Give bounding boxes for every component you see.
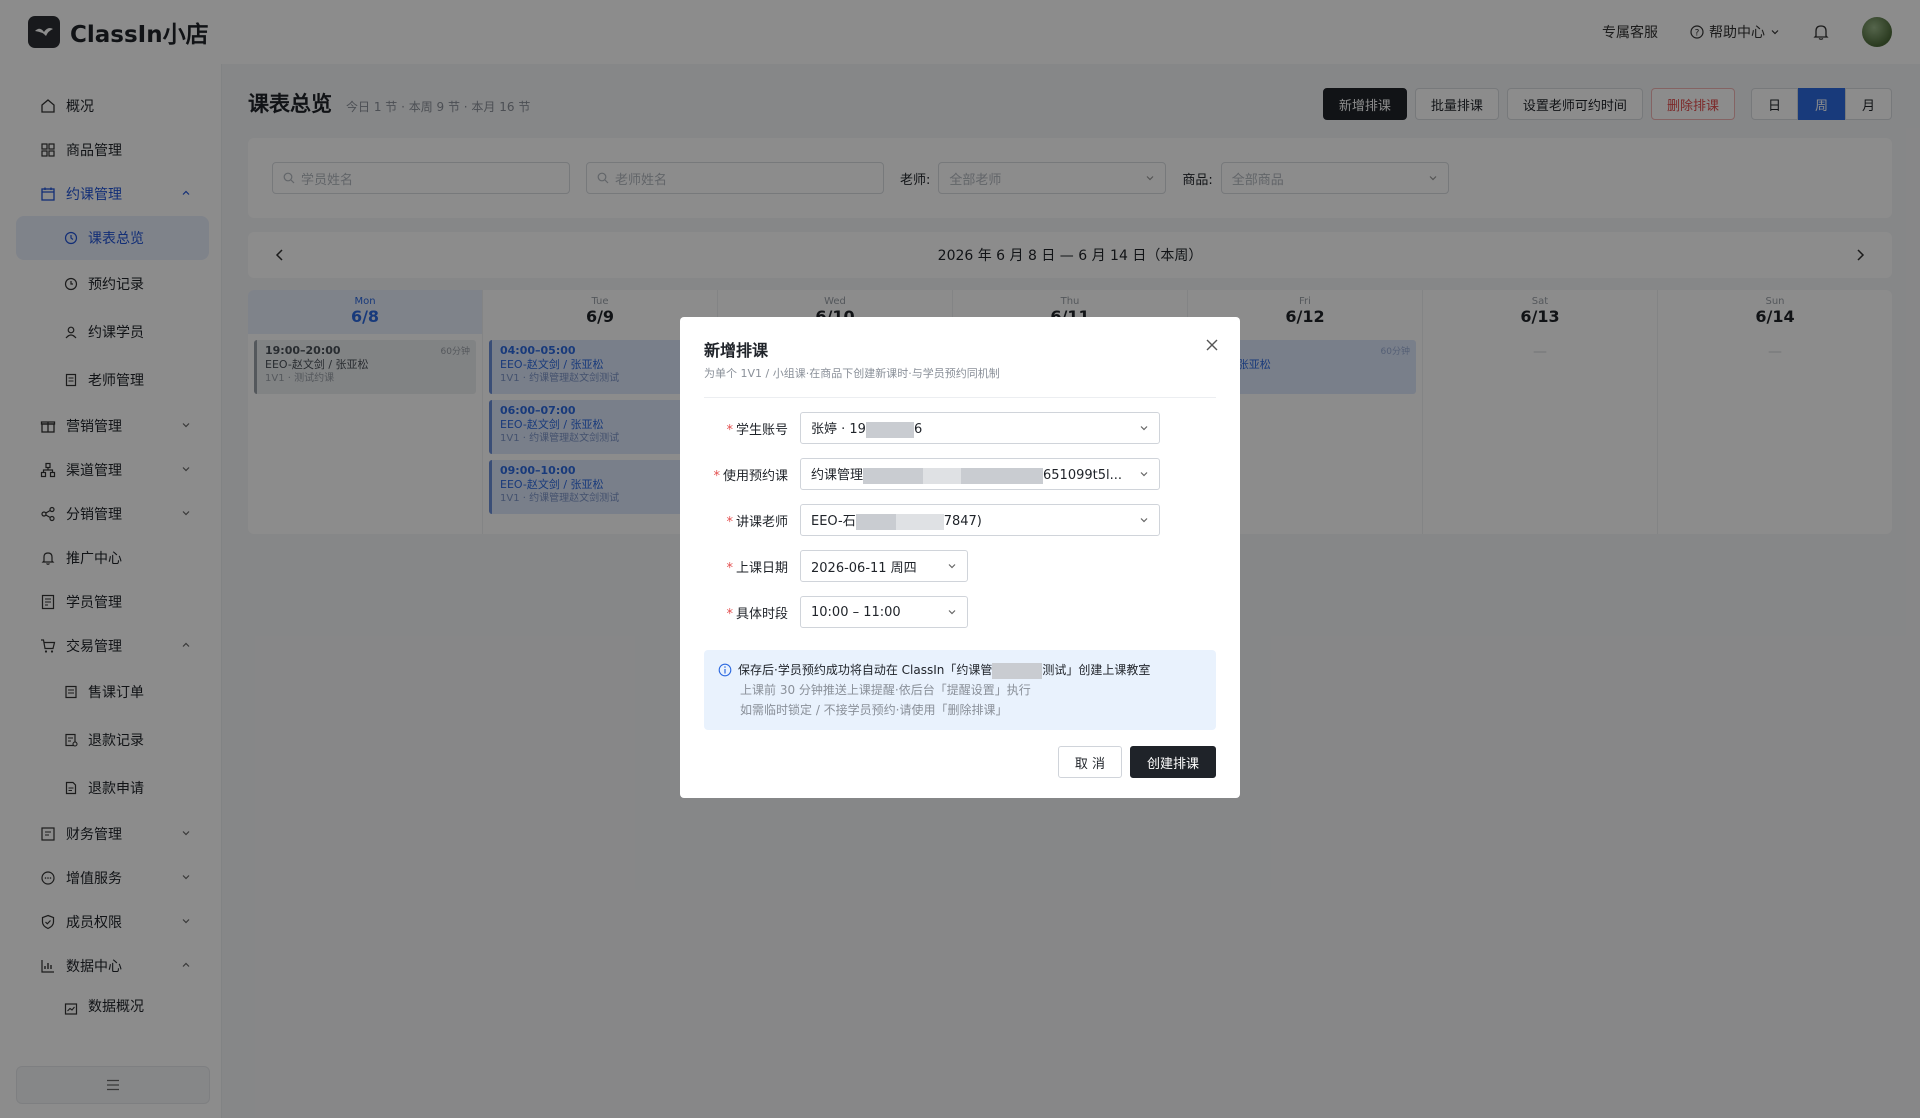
info-icon bbox=[718, 663, 732, 677]
time-slot-value: 10:00 – 11:00 bbox=[811, 604, 901, 620]
close-icon[interactable] bbox=[1204, 337, 1220, 353]
teacher-value-prefix: EEO-石 bbox=[811, 514, 856, 530]
student-account-select[interactable]: 张婷 · 19 6 bbox=[800, 412, 1160, 444]
notice-line-1: 保存后·学员预约成功将自动在 ClassIn「约课管 测试」创建上课教室 bbox=[718, 660, 1202, 680]
booking-course-label: * 使用预约课 bbox=[713, 468, 788, 484]
student-account-value: 张婷 · 19 6 bbox=[811, 418, 922, 438]
chevron-down-icon bbox=[1140, 518, 1148, 523]
redaction-mask bbox=[865, 421, 914, 438]
info-notice: 保存后·学员预约成功将自动在 ClassIn「约课管 测试」创建上课教室 上课前 … bbox=[704, 650, 1216, 730]
redaction-mask bbox=[855, 513, 896, 530]
student-account-label: * 学生账号 bbox=[726, 422, 788, 438]
time-slot-select[interactable]: 10:00 – 11:00 bbox=[800, 596, 968, 628]
chevron-down-icon bbox=[1140, 426, 1148, 431]
teacher-label: * 讲课老师 bbox=[726, 514, 788, 530]
student-account-label-text: 学生账号 bbox=[735, 422, 788, 438]
dialog-actions: 取 消 创建排课 bbox=[1057, 746, 1216, 778]
time-slot-label-text: 具体时段 bbox=[735, 606, 788, 622]
booking-course-value: 约课管理 651099t5l... bbox=[811, 464, 1122, 484]
course-value-suffix: 651099t5l... bbox=[1043, 468, 1123, 484]
notice-line-1-prefix: 保存后·学员预约成功将自动在 ClassIn「约课管 bbox=[738, 663, 993, 677]
chevron-down-icon bbox=[948, 610, 956, 615]
student-value-suffix: 6 bbox=[913, 422, 923, 438]
notice-line-3: 如需临时锁定 / 不接学员预约·请使用「删除排课」 bbox=[740, 703, 1008, 717]
teacher-label-text: 讲课老师 bbox=[735, 514, 788, 530]
redaction-mask bbox=[863, 467, 924, 484]
student-value-prefix: 张婷 · 19 bbox=[811, 422, 866, 438]
dialog-divider bbox=[704, 397, 1216, 398]
redaction-mask bbox=[992, 662, 1043, 679]
dialog-subtitle: 为单个 1V1 / 小组课·在商品下创建新课时·与学员预约同机制 bbox=[704, 367, 1000, 380]
class-date-row: * 上课日期 2026-06-11 周四 bbox=[704, 550, 1216, 582]
redaction-mask bbox=[895, 513, 944, 530]
redaction-mask bbox=[961, 467, 1044, 484]
booking-course-row: * 使用预约课 约课管理 651099t5l... bbox=[704, 458, 1216, 490]
time-slot-row: * 具体时段 10:00 – 11:00 bbox=[704, 596, 1216, 628]
notice-line-1-text: 保存后·学员预约成功将自动在 ClassIn「约课管 测试」创建上课教室 bbox=[738, 660, 1150, 680]
teacher-select[interactable]: EEO-石 7847) bbox=[800, 504, 1160, 536]
chevron-down-icon bbox=[1140, 472, 1148, 477]
teacher-row: * 讲课老师 EEO-石 7847) bbox=[704, 504, 1216, 536]
class-date-label-text: 上课日期 bbox=[735, 560, 788, 576]
class-date-value: 2026-06-11 周四 bbox=[811, 560, 917, 576]
booking-course-label-text: 使用预约课 bbox=[722, 468, 788, 484]
class-date-picker[interactable]: 2026-06-11 周四 bbox=[800, 550, 968, 582]
dialog-title: 新增排课 bbox=[704, 341, 769, 360]
create-schedule-button[interactable]: 创建排课 bbox=[1129, 746, 1216, 778]
teacher-value-suffix: 7847) bbox=[943, 514, 982, 530]
notice-line-1-suffix: 测试」创建上课教室 bbox=[1042, 663, 1151, 677]
course-value-prefix: 约课管理 bbox=[811, 468, 864, 484]
time-slot-label: * 具体时段 bbox=[726, 606, 788, 622]
teacher-value: EEO-石 7847) bbox=[811, 510, 982, 530]
booking-course-select[interactable]: 约课管理 651099t5l... bbox=[800, 458, 1160, 490]
student-account-row: * 学生账号 张婷 · 19 6 bbox=[704, 412, 1216, 444]
chevron-down-icon bbox=[948, 564, 956, 569]
notice-line-2: 上课前 30 分钟推送上课提醒·依后台「提醒设置」执行 bbox=[740, 683, 1031, 697]
class-date-label: * 上课日期 bbox=[726, 560, 788, 576]
redaction-mask bbox=[923, 467, 962, 484]
new-schedule-dialog: 新增排课 为单个 1V1 / 小组课·在商品下创建新课时·与学员预约同机制 * 学… bbox=[680, 317, 1240, 798]
cancel-button[interactable]: 取 消 bbox=[1057, 746, 1122, 778]
